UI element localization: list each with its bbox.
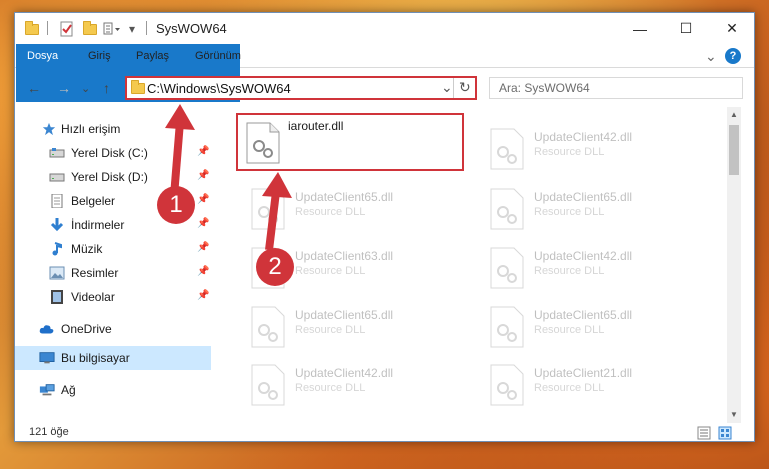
step-2-badge: 2 [256,248,294,286]
arrow-1 [165,104,195,197]
arrow-2 [262,172,292,251]
annotation-layer [165,104,292,251]
step-1-badge: 1 [157,186,195,224]
